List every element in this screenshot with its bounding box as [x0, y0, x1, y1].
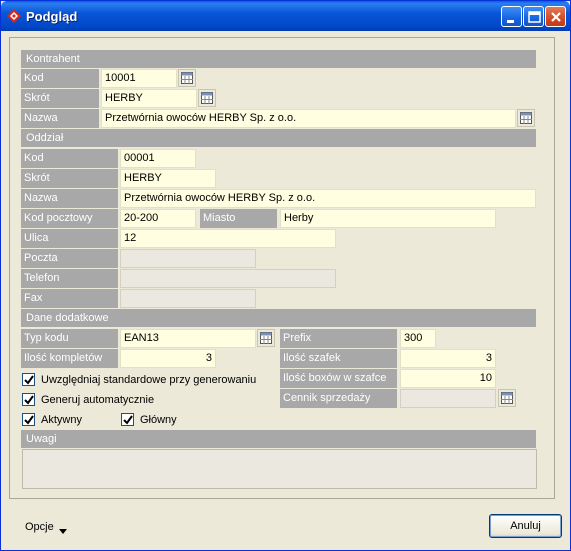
oddzial-telefon-field[interactable]	[120, 269, 336, 288]
kontrahent-kod-picker-button[interactable]	[178, 69, 196, 87]
uwzgledniaj-checkbox-label[interactable]: Uwzględniaj standardowe przy generowaniu	[41, 372, 256, 388]
ilosc-kompletow-field[interactable]: 3	[120, 349, 216, 368]
calendar-table-icon	[181, 72, 193, 84]
checkbox-box[interactable]	[22, 393, 35, 406]
oddzial-miasto-label: Miasto	[200, 209, 277, 228]
cennik-sprzedazy-picker-button[interactable]	[498, 389, 516, 407]
kontrahent-skrot-label: Skrót	[21, 89, 99, 108]
oddzial-nazwa-label: Nazwa	[21, 189, 118, 208]
oddzial-ulica-field[interactable]: 12	[120, 229, 336, 248]
prefix-label: Prefix	[280, 329, 397, 348]
oddzial-kod-field[interactable]: 00001	[120, 149, 196, 168]
opcje-menu-button[interactable]: Opcje	[25, 520, 67, 534]
section-header-kontrahent: Kontrahent	[21, 50, 536, 68]
oddzial-fax-label: Fax	[21, 289, 118, 308]
ilosc-boxow-field[interactable]: 10	[400, 369, 496, 388]
checkbox-box[interactable]	[22, 373, 35, 386]
section-header-dane-dodatkowe: Dane dodatkowe	[21, 309, 536, 327]
oddzial-telefon-label: Telefon	[21, 269, 118, 288]
cennik-sprzedazy-field[interactable]	[400, 389, 496, 408]
checkbox-box[interactable]	[121, 413, 134, 426]
close-icon	[551, 12, 561, 22]
checkbox-box[interactable]	[22, 413, 35, 426]
section-header-oddzial: Oddział	[21, 129, 536, 147]
section-header-uwagi: Uwagi	[21, 430, 536, 448]
prefix-field[interactable]: 300	[400, 329, 436, 348]
ilosc-szafek-label: Ilość szafek	[280, 349, 397, 368]
ilosc-kompletow-label: Ilość kompletów	[21, 349, 118, 368]
title-bar[interactable]: Podgląd	[1, 1, 570, 31]
calendar-table-icon	[501, 392, 513, 404]
aktywny-checkbox-label[interactable]: Aktywny	[41, 412, 82, 428]
generuj-automatycznie-checkbox-label[interactable]: Generuj automatycznie	[41, 392, 154, 408]
maximize-icon	[528, 11, 541, 23]
kontrahent-nazwa-picker-button[interactable]	[517, 109, 535, 127]
maximize-button[interactable]	[523, 6, 544, 27]
window-title: Podgląd	[26, 9, 78, 24]
kontrahent-skrot-picker-button[interactable]	[198, 89, 216, 107]
calendar-table-icon	[520, 112, 532, 124]
oddzial-fax-field[interactable]	[120, 289, 256, 308]
ilosc-boxow-label: Ilość boxów w szafce	[280, 369, 397, 388]
oddzial-kod-pocztowy-field[interactable]: 20-200	[120, 209, 196, 228]
checkmark-icon	[24, 375, 34, 385]
oddzial-ulica-label: Ulica	[21, 229, 118, 248]
glowny-checkbox-label[interactable]: Główny	[140, 412, 177, 428]
typ-kodu-picker-button[interactable]	[257, 329, 275, 347]
kontrahent-kod-field[interactable]: 10001	[101, 69, 177, 88]
triangle-down-icon	[59, 524, 67, 538]
cennik-sprzedazy-label: Cennik sprzedaży	[280, 389, 397, 408]
oddzial-skrot-label: Skrót	[21, 169, 118, 188]
ilosc-szafek-field[interactable]: 3	[400, 349, 496, 368]
typ-kodu-field[interactable]: EAN13	[120, 329, 256, 348]
minimize-button[interactable]	[501, 6, 522, 27]
oddzial-nazwa-field[interactable]: Przetwórnia owoców HERBY Sp. z o.o.	[120, 189, 536, 208]
kontrahent-kod-label: Kod	[21, 69, 99, 88]
main-panel: Kontrahent Kod 10001 Skrót HERBY Nazwa P…	[9, 37, 555, 499]
oddzial-skrot-field[interactable]: HERBY	[120, 169, 216, 188]
typ-kodu-label: Typ kodu	[21, 329, 118, 348]
oddzial-poczta-field[interactable]	[120, 249, 256, 268]
calendar-table-icon	[260, 332, 272, 344]
kontrahent-nazwa-label: Nazwa	[21, 109, 99, 128]
anuluj-button[interactable]: Anuluj	[489, 514, 562, 538]
uwagi-textarea[interactable]	[22, 449, 537, 489]
close-button[interactable]	[545, 6, 566, 27]
app-logo-icon	[7, 9, 21, 23]
checkmark-icon	[24, 395, 34, 405]
opcje-label[interactable]: Opcje	[25, 521, 54, 533]
minimize-icon	[507, 20, 514, 23]
kontrahent-nazwa-field[interactable]: Przetwórnia owoców HERBY Sp. z o.o.	[101, 109, 516, 128]
checkmark-icon	[123, 415, 133, 425]
preview-window: Podgląd Kontrahent Kod 10001 Skrót HERBY…	[0, 0, 571, 551]
oddzial-miasto-field[interactable]: Herby	[280, 209, 496, 228]
calendar-table-icon	[201, 92, 213, 104]
checkmark-icon	[24, 415, 34, 425]
oddzial-kod-label: Kod	[21, 149, 118, 168]
oddzial-kod-pocztowy-label: Kod pocztowy	[21, 209, 118, 228]
kontrahent-skrot-field[interactable]: HERBY	[101, 89, 197, 108]
oddzial-poczta-label: Poczta	[21, 249, 118, 268]
